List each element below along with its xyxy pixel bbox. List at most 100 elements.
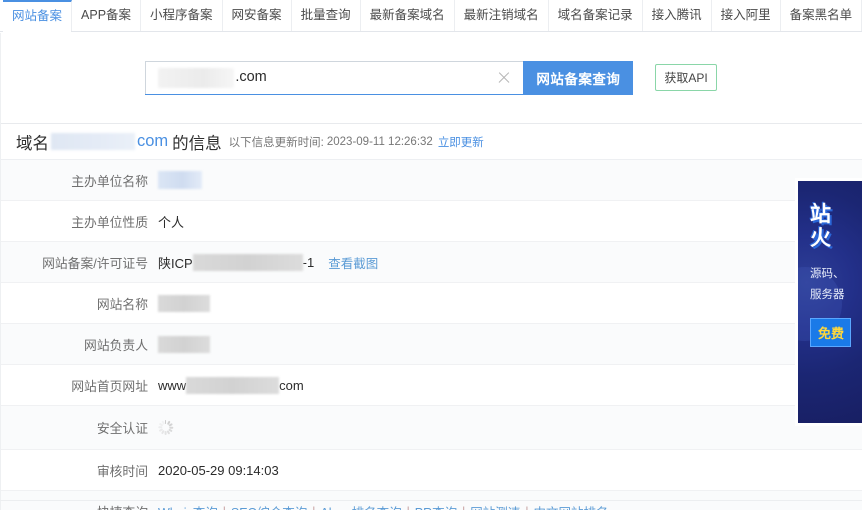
redacted-domain-name [51,133,135,150]
icp-suffix: -1 [302,254,315,270]
row-label: 网站备案/许可证号 [42,255,148,271]
tab-miniprogram-filing[interactable]: 小程序备案 [141,0,223,31]
row-label: 快捷查询 [0,502,158,510]
row-value [158,171,202,189]
row-label: 网站名称 [96,296,148,312]
tab-newest-filed-domains[interactable]: 最新备案域名 [361,0,455,31]
loading-spinner-icon [157,420,173,435]
promo-cta-button[interactable]: 免费 [810,317,852,347]
promo-subtext: 源码、 服务器 [810,264,862,304]
tab-label: 网安备案 [231,8,282,23]
update-note-label: 以下信息更新时间: [228,136,324,149]
filing-details-table: 主办单位名称 主办单位性质 个人 网站备案/许可证号 陕ICP -1 查看截图 网… [0,160,862,510]
row-value: 陕ICP -1 查看截图 [158,253,378,272]
chinese-site-rank-link[interactable]: 中文网站排名 [533,502,608,510]
link-separator: | [462,504,465,510]
tab-filing-blacklist[interactable]: 备案黑名单 [781,0,862,31]
info-title-suffix: 的信息 [172,134,222,153]
table-row: 审核时间 2020-05-29 09:14:03 [0,450,862,491]
tab-label: 小程序备案 [150,8,213,23]
quick-query-links: Whois查询 | SEO综合查询 | Alexa排名查询 | PR查询 | 网… [158,502,608,510]
search-bar-section: .com 网站备案查询 获取API [0,32,862,124]
tab-netsec-filing[interactable]: 网安备案 [223,0,292,31]
promo-banner[interactable]: 站 火 源码、 服务器 免费 [795,178,862,426]
get-api-button[interactable]: 获取API [655,64,717,91]
url-prefix: www [158,377,187,393]
alexa-rank-link[interactable]: Alexa排名查询 [320,502,401,510]
tab-label: 接入腾讯 [651,8,702,23]
tab-label: 网站备案 [12,9,63,24]
search-controls: .com 网站备案查询 获取API [145,60,717,95]
tab-newest-cancelled-domains[interactable]: 最新注销域名 [455,0,549,31]
row-value: www com [158,376,304,394]
promo-headline-line1: 站 [810,203,832,226]
tab-label: 域名备案记录 [557,8,633,23]
link-separator: | [407,504,410,510]
row-label: 安全认证 [96,421,148,436]
url-suffix: com [279,377,304,393]
primary-tab-bar: 网站备案 APP备案 小程序备案 网安备案 批量查询 最新备案域名 最新注销域名… [0,0,862,32]
redacted-value [158,294,210,312]
info-domain-suffix: com [137,132,169,150]
row-label: 审核时间 [96,463,148,479]
domain-search-input[interactable]: .com [145,60,524,95]
row-label: 网站首页网址 [71,378,148,394]
tab-label: 最新注销域名 [463,8,539,23]
row-label: 主办单位性质 [71,214,148,230]
table-row: 网站负责人 [0,324,862,365]
link-separator: | [223,504,226,510]
tab-domain-filing-records[interactable]: 域名备案记录 [549,0,643,31]
search-input-value: .com [235,69,267,86]
promo-subtext-line1: 源码、 [810,268,845,281]
row-label: 主办单位名称 [71,173,148,189]
tab-batch-query[interactable]: 批量查询 [292,0,361,31]
promo-banner-content: 站 火 源码、 服务器 免费 [798,181,862,423]
link-separator: | [312,504,315,510]
content-bottom-border [0,500,862,501]
update-now-link[interactable]: 立即更新 [438,134,484,150]
seo-overview-link[interactable]: SEO综合查询 [231,502,307,510]
tab-label: 接入阿里 [720,8,771,23]
page-root: 网站备案 APP备案 小程序备案 网安备案 批量查询 最新备案域名 最新注销域名… [0,0,862,510]
redacted-value [192,253,303,271]
row-value [158,335,210,353]
tab-alibaba-access[interactable]: 接入阿里 [712,0,781,31]
row-value: 个人 [158,214,185,230]
table-row: 主办单位性质 个人 [0,201,862,242]
tab-tencent-access[interactable]: 接入腾讯 [643,0,712,31]
table-row: 安全认证 [0,406,862,450]
whois-query-link[interactable]: Whois查询 [158,502,218,510]
link-separator: | [525,504,528,510]
tab-app-filing[interactable]: APP备案 [72,0,142,31]
redacted-value [158,171,202,189]
row-value [158,294,210,312]
row-label: 网站负责人 [84,337,148,353]
redacted-value [186,376,280,394]
tab-label: 批量查询 [300,8,351,23]
update-timestamp: 2023-09-11 12:26:32 [326,135,433,148]
domain-info-header: 域名 com 的信息 以下信息更新时间: 2023-09-11 12:26:32… [0,124,862,160]
table-row: 主办单位名称 [0,160,862,201]
pr-query-link[interactable]: PR查询 [415,502,457,510]
tab-label: 最新备案域名 [369,8,445,23]
tab-label: APP备案 [81,8,132,23]
redacted-value [158,335,210,353]
info-title-prefix: 域名 [16,134,49,153]
close-icon[interactable] [497,71,511,85]
redacted-domain-name [158,67,235,88]
tab-label: 备案黑名单 [789,8,853,23]
promo-subtext-line2: 服务器 [810,288,845,301]
row-value [157,420,173,435]
view-screenshot-link[interactable]: 查看截图 [328,253,378,272]
site-speed-test-link[interactable]: 网站测速 [470,502,520,510]
domain-info-title: 域名 com 的信息 [16,130,222,154]
table-row: 网站备案/许可证号 陕ICP -1 查看截图 [0,242,862,283]
icp-prefix: 陕ICP [158,255,193,271]
promo-headline-line2: 火 [810,226,832,250]
table-row: 网站首页网址 www com [0,365,862,406]
table-row: 网站名称 [0,283,862,324]
row-value: 2020-05-29 09:14:03 [158,462,279,478]
search-submit-button[interactable]: 网站备案查询 [523,60,634,95]
tab-website-filing[interactable]: 网站备案 [3,0,73,32]
content-left-border [0,33,1,510]
